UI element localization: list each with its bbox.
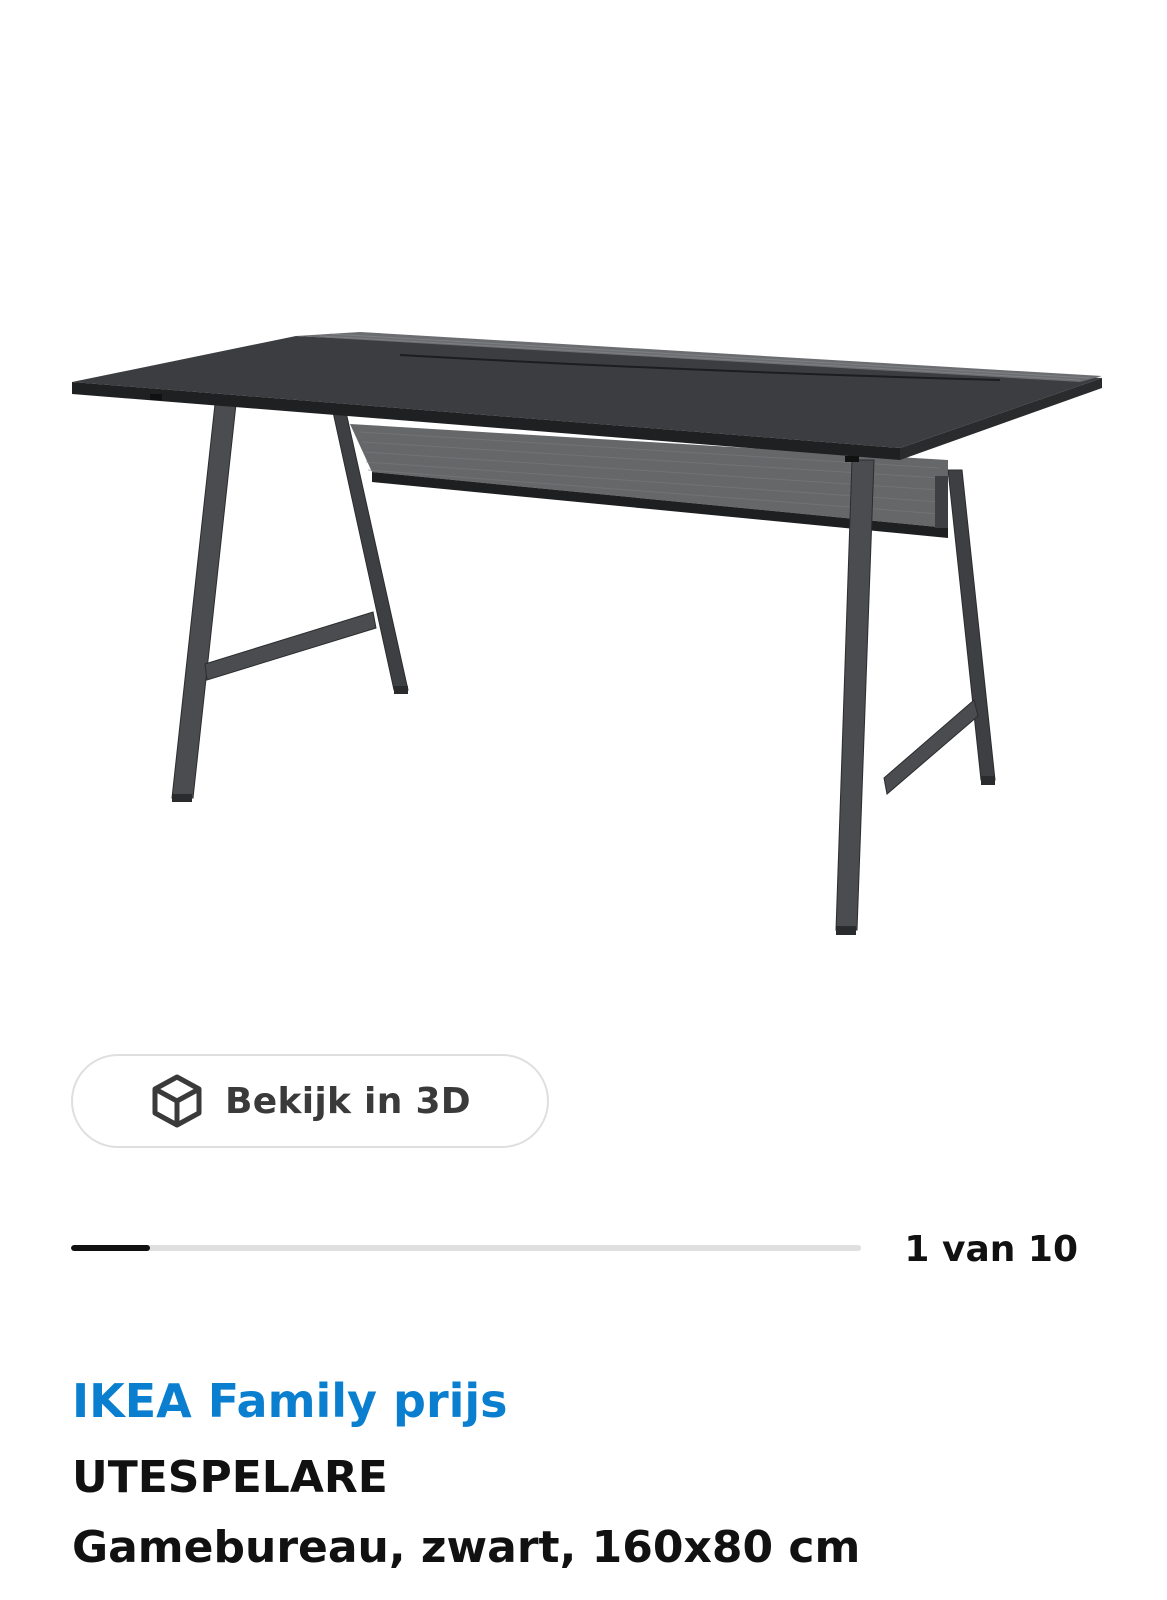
product-name: UTESPELARE [72, 1452, 388, 1503]
carousel-progress-fill [71, 1245, 150, 1251]
view-3d-label: Bekijk in 3D [225, 1080, 471, 1122]
family-price-label: IKEA Family prijs [72, 1374, 508, 1428]
product-image[interactable] [0, 0, 1167, 1000]
cube-icon [149, 1073, 205, 1129]
carousel-counter: 1 van 10 [904, 1229, 1078, 1270]
gaming-desk-illustration [72, 332, 1102, 935]
carousel-progress-bar[interactable] [71, 1245, 861, 1251]
product-description: Gamebureau, zwart, 160x80 cm [72, 1522, 861, 1573]
view-3d-button[interactable]: Bekijk in 3D [71, 1054, 549, 1148]
